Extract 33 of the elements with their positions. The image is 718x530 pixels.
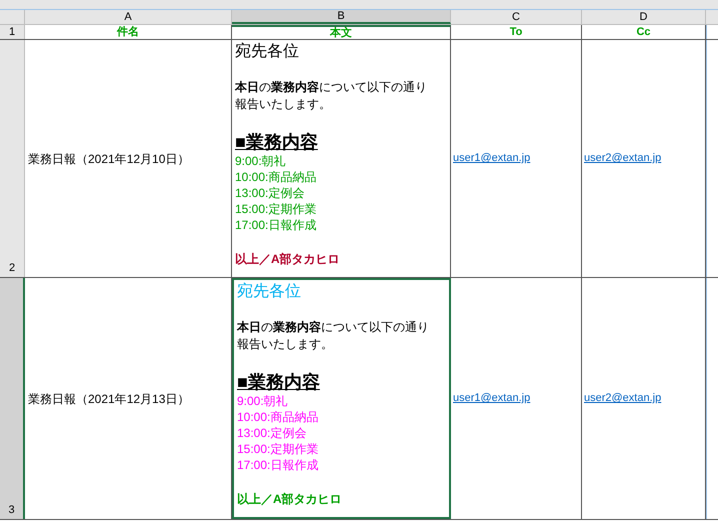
column-header[interactable]: D	[582, 10, 706, 24]
subject-cell-text: 業務日報（2021年12月13日）	[28, 390, 190, 408]
schedule-item: 15:00:定期作業	[237, 441, 318, 457]
row-header[interactable]: 3	[0, 278, 25, 519]
row-header[interactable]: 1	[0, 25, 25, 39]
schedule-item: 17:00:日報作成	[237, 457, 318, 473]
greeting-text: 宛先各位	[237, 282, 301, 302]
schedule-item: 9:00:朝礼	[237, 393, 288, 409]
email-link[interactable]: user2@extan.jp	[584, 150, 662, 167]
email-link[interactable]: user1@extan.jp	[453, 390, 530, 407]
section-heading: ■業務内容	[237, 371, 320, 393]
column-header[interactable]: C	[451, 10, 582, 24]
email-link[interactable]: user1@extan.jp	[453, 150, 530, 167]
signature-text: 以上／A部タカヒロ	[237, 491, 342, 507]
header-cell: Cc	[582, 25, 706, 39]
schedule-item: 10:00:商品納品	[235, 169, 316, 185]
subject-cell-text: 業務日報（2021年12月10日）	[28, 150, 190, 168]
schedule-item: 9:00:朝礼	[235, 153, 286, 169]
greeting-text: 宛先各位	[235, 42, 299, 62]
schedule-item: 17:00:日報作成	[235, 217, 316, 233]
schedule-item: 10:00:商品納品	[237, 409, 318, 425]
schedule-item: 13:00:定例会	[235, 185, 304, 201]
email-link[interactable]: user2@extan.jp	[584, 390, 662, 407]
row-header[interactable]: 2	[0, 40, 25, 277]
intro-text: 本日の業務内容について以下の通り報告いたします。	[235, 79, 428, 113]
header-cell: 件名	[25, 25, 232, 39]
column-header[interactable]: B	[232, 10, 451, 24]
schedule-item: 13:00:定例会	[237, 425, 306, 441]
signature-text: 以上／A部タカヒロ	[235, 251, 340, 267]
header-cell: To	[451, 25, 582, 39]
section-heading: ■業務内容	[235, 131, 318, 153]
intro-text: 本日の業務内容について以下の通り報告いたします。	[237, 319, 430, 353]
schedule-item: 15:00:定期作業	[235, 201, 316, 217]
